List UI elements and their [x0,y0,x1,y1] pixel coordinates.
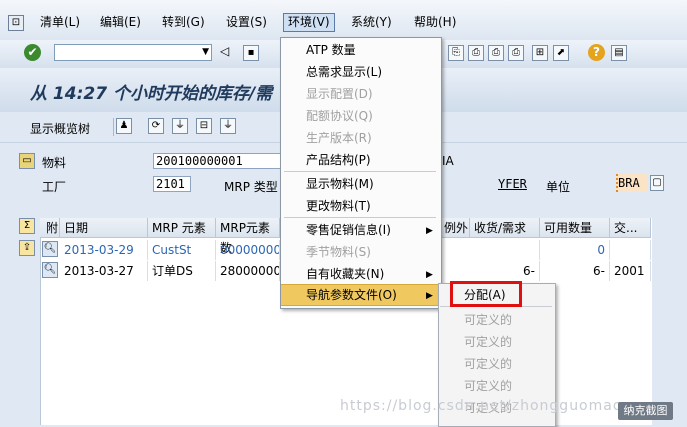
submenu-item-definable: 可定义的 [464,335,513,349]
table-cell-element: 订单DS [148,261,216,281]
unit-copy-icon[interactable]: ▢ [650,175,664,191]
col-mrp-element-data[interactable]: MRP元素数 [216,218,280,255]
back-arrow-icon[interactable]: ◁ [220,44,229,58]
menu-item-quota-arrangement: 配额协议(Q) [306,109,373,123]
menu-separator [284,217,436,218]
submenu-item-definable: 可定义的 [464,379,513,393]
table-cell-element-data: 28000000 [216,261,280,281]
mrp-type-label: MRP 类型 [224,180,278,194]
planner-icon[interactable]: ♟ [116,118,132,134]
show-overview-tree-button[interactable]: 显示概览树 [30,120,90,137]
menu-item-product-structure[interactable]: 产品结构(P) [306,149,371,171]
plant-field[interactable]: 2101 [153,176,191,192]
menu-item-production-version: 生产版本(R) [306,131,372,145]
shortcut-icon[interactable]: ⬈ [553,45,569,61]
table-cell-receipt [470,240,540,260]
menu-item-own-favorites[interactable]: 自有收藏夹(N) [306,263,384,285]
table-cell-receipt: 6- [470,261,540,281]
menu-item-seasonal-material: 季节物料(S) [306,245,371,259]
command-field[interactable]: ▼ [54,44,212,61]
col-attachment[interactable]: 附 [40,218,60,238]
submenu-item-definable: 可定义的 [464,313,513,327]
col-available-quantity[interactable]: 可用数量 [540,218,610,238]
unit-label: 单位 [546,180,571,194]
yfer-value: YFER [498,177,527,191]
page-title: 从 14:27 个小时开始的库存/需 [30,84,273,104]
create-session-icon[interactable]: ⎘ [448,45,464,61]
filter-settings-icon[interactable]: ⏚ [220,118,236,134]
find-icon[interactable]: ⎙ [468,45,484,61]
material-field[interactable]: 200100000001 [153,153,283,169]
menu-item-total-requirements[interactable]: 总需求显示(L) [306,61,382,83]
menu-environment[interactable]: 环境(V) [283,13,335,32]
menu-item-display-material[interactable]: 显示物料(M) [306,173,374,195]
row-detail-icon[interactable]: 🔍︎ [42,241,58,257]
find-next-icon[interactable]: ⎙ [488,45,504,61]
dropdown-arrow-icon[interactable]: ▼ [202,47,209,57]
col-exception[interactable]: 例外 [440,218,470,238]
material-label: 物料 [42,156,67,170]
menu-item-navigation-profile[interactable]: 导航参数文件(O) [306,284,397,306]
menu-system[interactable]: 系统(Y) [347,14,396,31]
col-extra[interactable]: 交... [610,218,651,238]
menu-separator [284,171,436,172]
enter-check-icon[interactable]: ✔ [24,44,41,61]
table-cell-extra: 2001 [610,261,651,281]
row-detail-icon[interactable]: 🔍︎ [42,262,58,278]
details-icon[interactable]: ⊟ [196,118,212,134]
menu-settings[interactable]: 设置(S) [222,14,271,31]
menu-item-change-material[interactable]: 更改物料(T) [306,195,371,217]
menu-item-display-config: 显示配置(D) [306,87,373,101]
menu-list[interactable]: 清单(L) [36,14,84,31]
submenu-arrow-icon: ▶ [426,270,433,280]
submenu-item-definable: 可定义的 [464,357,513,371]
table-cell-available: 6- [540,261,610,281]
highlight-annotation-box [450,281,522,307]
toolbar-separator [113,118,114,136]
submenu-arrow-icon: ▶ [426,291,433,301]
unit-value: BRA [616,174,648,192]
plant-label: 工厂 [42,180,67,194]
help-icon[interactable]: ? [588,44,605,61]
col-mrp-element[interactable]: MRP 元素 [148,218,216,238]
save-icon[interactable]: ▪ [243,45,259,61]
menu-item-atp-quantity[interactable]: ATP 数量 [306,39,356,61]
material-header-icon[interactable]: ▭ [19,153,35,169]
first-page-icon[interactable]: ⎙ [508,45,524,61]
table-cell-date: 2013-03-29 [60,240,148,260]
refresh-icon[interactable]: ⟳ [148,118,164,134]
material-description-tail: IA [442,154,454,168]
menu-goto[interactable]: 转到(G) [158,14,209,31]
menu-item-retail-promotion[interactable]: 零售促销信息(I) [306,219,391,241]
table-cell-element: CustSt [148,240,216,260]
customize-layout-icon[interactable]: ▤ [611,45,627,61]
export-icon[interactable]: ⇪ [19,240,35,256]
col-receipt-requirement[interactable]: 收货/需求 [470,218,540,238]
filter-icon[interactable]: ⏚ [172,118,188,134]
col-date[interactable]: 日期 [60,218,148,238]
snapshot-button[interactable]: 纳克截图 [618,402,673,420]
table-cell-available: 0 [540,240,610,260]
table-cell-date: 2013-03-27 [60,261,148,281]
menu-help[interactable]: 帮助(H) [410,14,460,31]
watermark: https://blog.csdn.net/zhongguomao [340,398,623,414]
layout-icon[interactable]: ⊞ [532,45,548,61]
submenu-arrow-icon: ▶ [426,226,433,236]
sum-icon[interactable]: Σ [19,218,35,234]
table-cell-extra [610,240,651,260]
table-cell-element-data: 00000000 [216,240,280,260]
system-menu-icon[interactable]: ⊡ [8,15,24,31]
menu-edit[interactable]: 编辑(E) [96,14,145,31]
